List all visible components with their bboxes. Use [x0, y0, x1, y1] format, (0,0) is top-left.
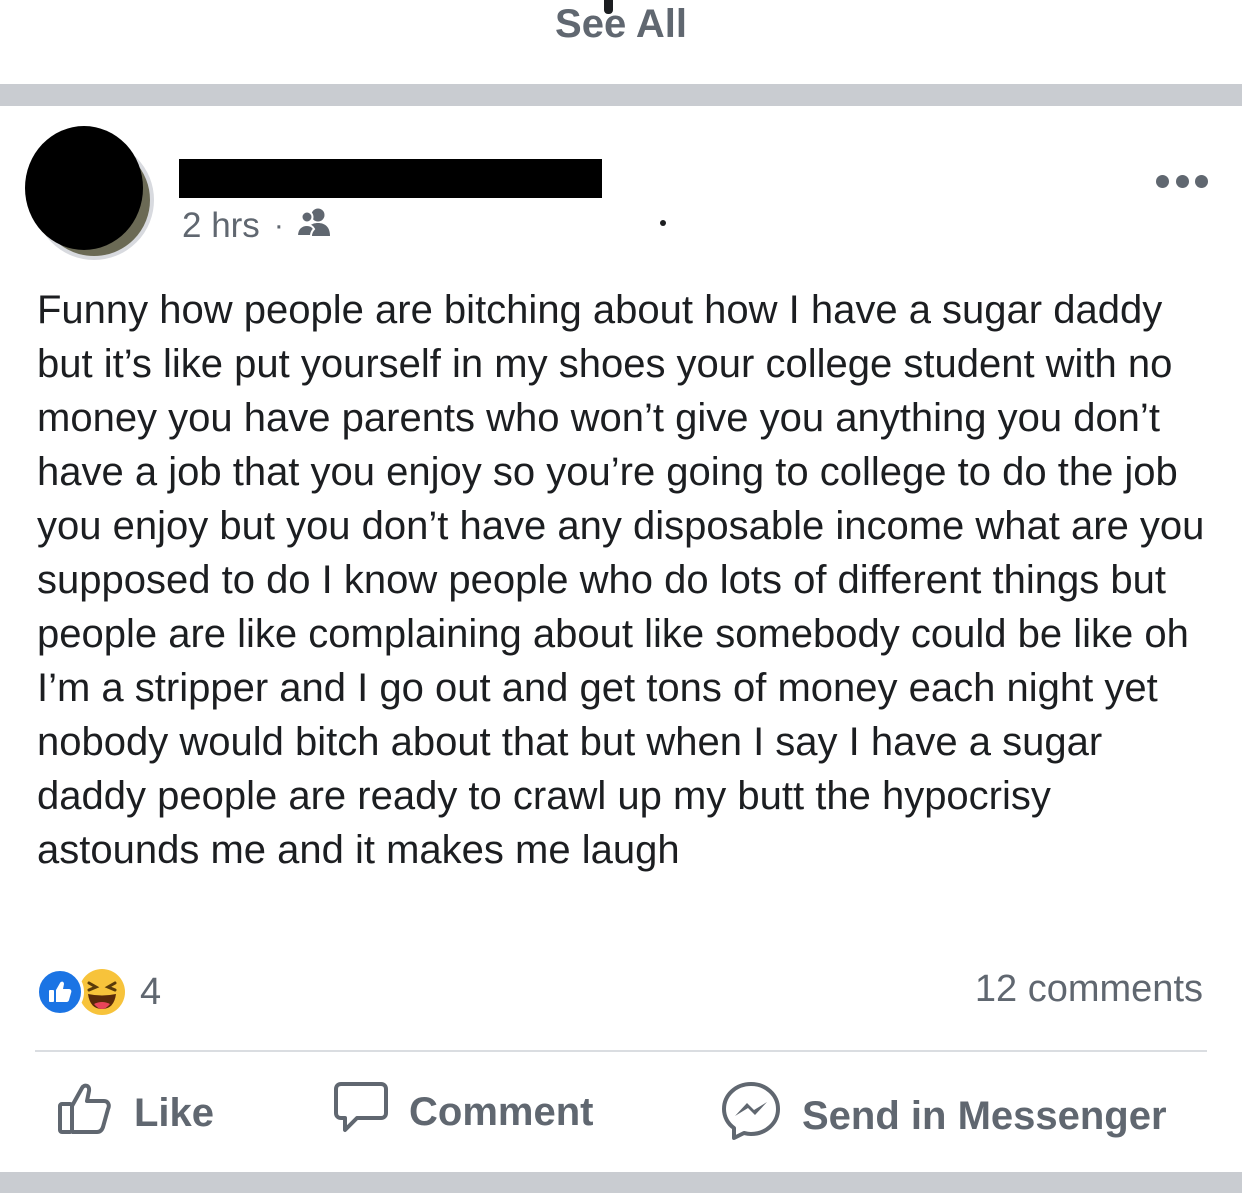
scroll-indicator: [604, 0, 613, 14]
thumbs-up-icon: [56, 1080, 114, 1146]
actions-divider: [35, 1050, 1207, 1052]
comment-button[interactable]: Comment: [333, 1080, 593, 1144]
like-button[interactable]: Like: [56, 1080, 214, 1146]
more-options-button[interactable]: [1156, 170, 1208, 192]
feed-divider: [0, 84, 1242, 106]
comment-bubble-icon: [333, 1080, 389, 1144]
friends-icon[interactable]: [295, 206, 334, 246]
more-dot-icon: [1195, 174, 1208, 188]
feed-divider-bottom: [0, 1172, 1242, 1193]
reactions-summary[interactable]: 4: [36, 968, 161, 1016]
messenger-label: Send in Messenger: [802, 1093, 1167, 1138]
post-meta: 2 hrs ·: [182, 206, 334, 246]
see-all-link[interactable]: See All: [555, 2, 687, 47]
more-dot-icon: [1156, 174, 1169, 188]
reaction-count: 4: [140, 970, 162, 1013]
haha-reaction-icon: [78, 968, 126, 1016]
author-name-redacted[interactable]: [179, 159, 602, 198]
like-label: Like: [134, 1090, 215, 1135]
post-timestamp[interactable]: 2 hrs: [182, 206, 260, 246]
like-reaction-icon: [36, 968, 84, 1016]
see-all-bar: See All: [0, 0, 1242, 84]
send-in-messenger-button[interactable]: Send in Messenger: [720, 1080, 1167, 1152]
messenger-icon: [720, 1080, 782, 1152]
comments-count-link[interactable]: 12 comments: [975, 968, 1203, 1011]
comment-label: Comment: [409, 1089, 594, 1134]
meta-separator: ·: [273, 209, 284, 242]
stray-mark: [660, 220, 666, 226]
avatar[interactable]: [22, 126, 156, 260]
more-dot-icon: [1175, 174, 1189, 188]
post-body: Funny how people are bitching about how …: [37, 288, 1205, 872]
avatar-redaction: [25, 126, 143, 250]
